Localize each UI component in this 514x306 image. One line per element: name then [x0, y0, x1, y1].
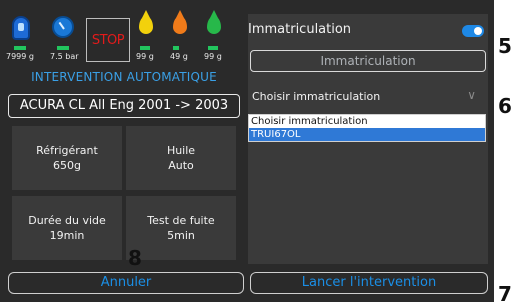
refrigerant-value: 650g: [53, 159, 81, 172]
gauge-row: 7999 g 7.5 bar STOP 99 g 49 g 99 g: [6, 10, 240, 64]
yellow-level-bar: [140, 46, 150, 50]
annotation-number-7: 7: [498, 282, 512, 306]
plate-options-list[interactable]: Choisir immatriculation TRUI67OL: [248, 114, 486, 142]
plate-select-label: Choisir immatriculation: [252, 90, 381, 103]
yellow-drop-icon: [139, 10, 153, 34]
page-title: INTERVENTION AUTOMATIQUE: [31, 70, 217, 84]
app-screen: 7999 g 7.5 bar STOP 99 g 49 g 99 g INTER…: [0, 0, 494, 302]
green-value: 99 g: [204, 52, 222, 61]
oil-label: Huile: [166, 144, 196, 157]
refrigerant-label: Réfrigérant: [36, 144, 98, 157]
oil-value: Auto: [168, 159, 194, 172]
orange-value: 49 g: [170, 52, 188, 61]
launch-intervention-button[interactable]: Lancer l'intervention: [250, 272, 488, 294]
vacuum-duration-value: 19min: [49, 229, 85, 242]
stop-label: STOP: [91, 32, 125, 48]
green-level-bar: [208, 46, 218, 50]
pressure-dial-icon: [52, 16, 74, 38]
green-drop-icon: [207, 10, 221, 34]
plate-select[interactable]: Choisir immatriculation ∨: [248, 80, 488, 114]
plate-option-selected[interactable]: TRUI67OL: [249, 128, 485, 141]
chevron-down-icon: ∨: [467, 88, 476, 102]
bottle-level-bar: [14, 46, 26, 50]
stop-button[interactable]: STOP: [86, 18, 130, 62]
plate-option[interactable]: Choisir immatriculation: [249, 115, 485, 128]
plate-input-button[interactable]: Immatriculation: [250, 50, 486, 72]
cancel-button[interactable]: Annuler: [8, 272, 244, 294]
registration-title: Immatriculation: [248, 22, 352, 37]
leak-test-card[interactable]: Test de fuite 5min: [126, 196, 236, 260]
vacuum-duration-label: Durée du vide: [28, 214, 106, 227]
annotation-number-8: 8: [128, 246, 142, 270]
registration-toggle[interactable]: [462, 25, 484, 37]
vehicle-selector[interactable]: ACURA CL All Eng 2001 -> 2003: [8, 94, 240, 118]
bottle-value: 7999 g: [6, 52, 34, 61]
leak-test-label: Test de fuite: [147, 214, 215, 227]
bottle-icon: [12, 16, 30, 40]
annotation-number-5: 5: [498, 34, 512, 58]
vacuum-duration-card[interactable]: Durée du vide 19min: [12, 196, 122, 260]
orange-level-bar: [173, 46, 179, 50]
annotation-number-6: 6: [498, 94, 512, 118]
registration-panel: Immatriculation Immatriculation Choisir …: [248, 14, 488, 264]
oil-card[interactable]: Huile Auto: [126, 126, 236, 190]
pressure-value: 7.5 bar: [50, 52, 79, 61]
orange-drop-icon: [173, 10, 187, 34]
refrigerant-card[interactable]: Réfrigérant 650g: [12, 126, 122, 190]
yellow-value: 99 g: [136, 52, 154, 61]
pressure-level-bar: [57, 46, 69, 50]
leak-test-value: 5min: [167, 229, 195, 242]
